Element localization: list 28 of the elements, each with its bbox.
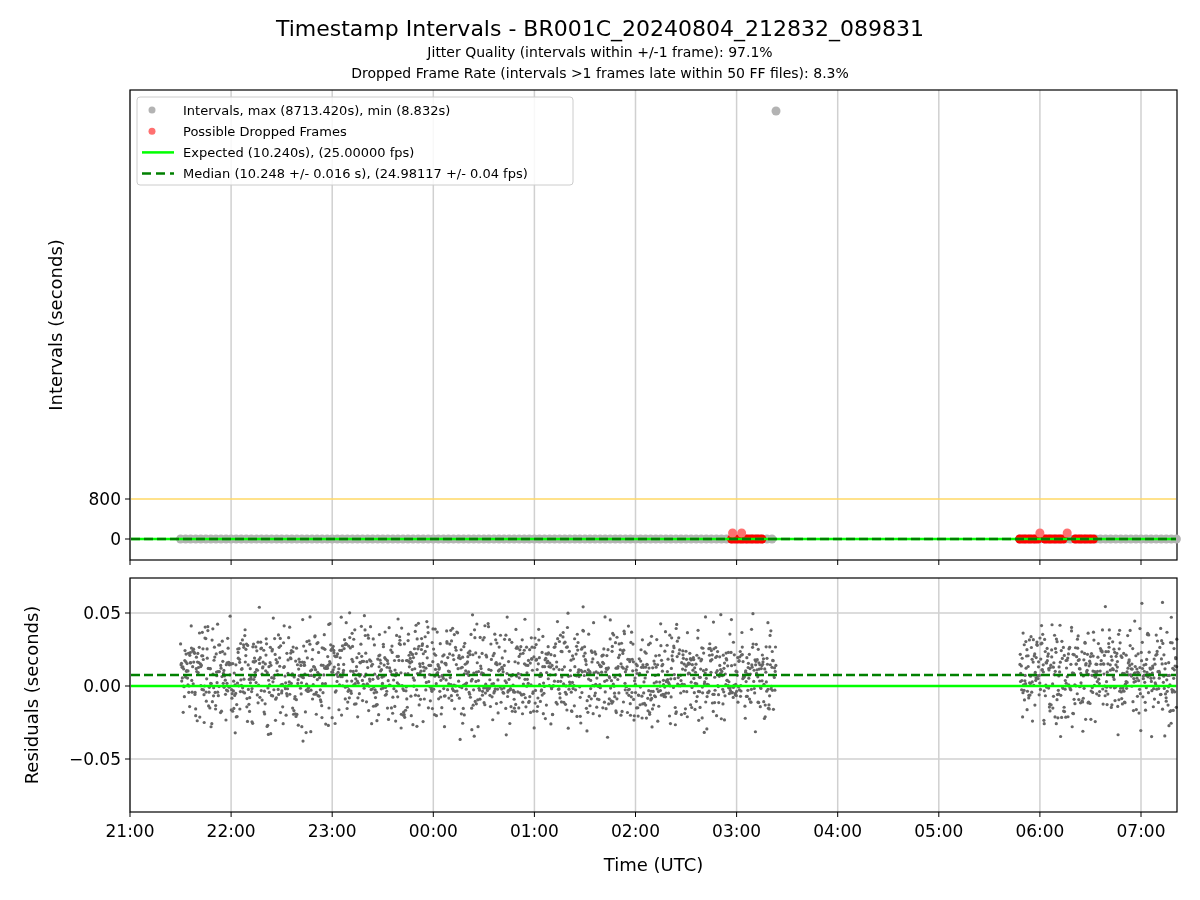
x-axis-label: Time (UTC)	[603, 854, 704, 875]
y-axis-label: Residuals (seconds)	[21, 605, 42, 785]
x-tick-label: 06:00	[1015, 821, 1065, 841]
dropped-frame-cluster	[727, 528, 767, 544]
y-tick-label: 0.05	[83, 603, 121, 623]
chart-subtitle: Dropped Frame Rate (intervals >1 frames late within 50 FF files): 8.3%	[351, 64, 849, 83]
x-tick-label: 23:00	[307, 821, 357, 841]
legend-label: Intervals, max (8713.420s), min (8.832s)	[183, 102, 451, 118]
x-tick-label: 07:00	[1116, 821, 1166, 841]
x-tick-label: 01:00	[509, 821, 559, 841]
x-tick-label: 02:00	[611, 821, 660, 841]
figure-title: Timestamp Intervals - BR001C_20240804_212832_089831	[275, 16, 925, 42]
x-tick-label: 03:00	[712, 821, 762, 841]
x-tick-label: 22:00	[206, 821, 256, 841]
x-tick-label: 00:00	[408, 821, 458, 841]
y-tick-label: −0.05	[68, 749, 121, 769]
x-tick-label: 05:00	[914, 821, 964, 841]
x-tick-label: 21:00	[105, 821, 155, 841]
outlier-data-point	[771, 106, 781, 116]
legend-label: Expected (10.240s), (25.00000 fps)	[183, 144, 415, 160]
y-tick-label: 0.00	[83, 676, 121, 696]
chart-subtitle: Jitter Quality (intervals within +/-1 frame): 97.1%	[427, 43, 773, 62]
y-axis-label: Intervals (seconds)	[45, 239, 66, 411]
legend-label: Possible Dropped Frames	[183, 123, 347, 139]
y-tick-label: 0	[110, 529, 121, 549]
legend-label: Median (10.248 +/- 0.016 s), (24.98117 +/- 0.04 fps)	[183, 166, 528, 182]
y-tick-label: 800	[88, 489, 121, 509]
x-tick-label: 04:00	[813, 821, 863, 841]
